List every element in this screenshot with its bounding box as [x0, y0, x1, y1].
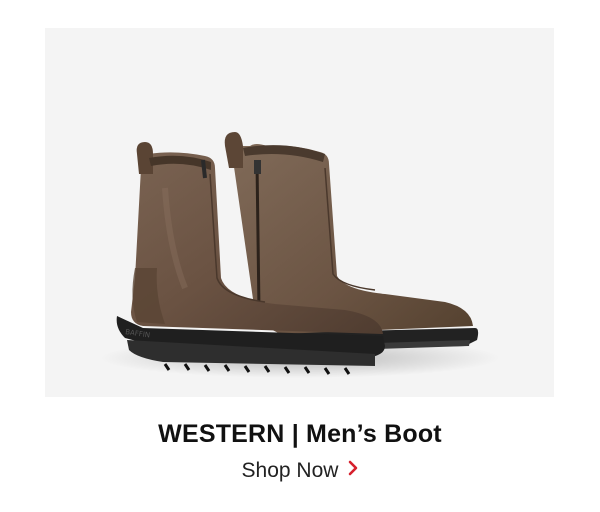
boot-pair-image: BAFFIN [100, 132, 500, 378]
product-image[interactable]: BAFFIN [45, 28, 554, 397]
shop-now-label: Shop Now [241, 459, 339, 482]
product-card[interactable]: BAFFIN WESTERN | Men’s Boot Shop Now [0, 0, 600, 512]
chevron-right-icon [348, 456, 358, 484]
shop-now-link[interactable]: Shop Now [0, 457, 600, 485]
product-title: WESTERN | Men’s Boot [158, 420, 442, 448]
